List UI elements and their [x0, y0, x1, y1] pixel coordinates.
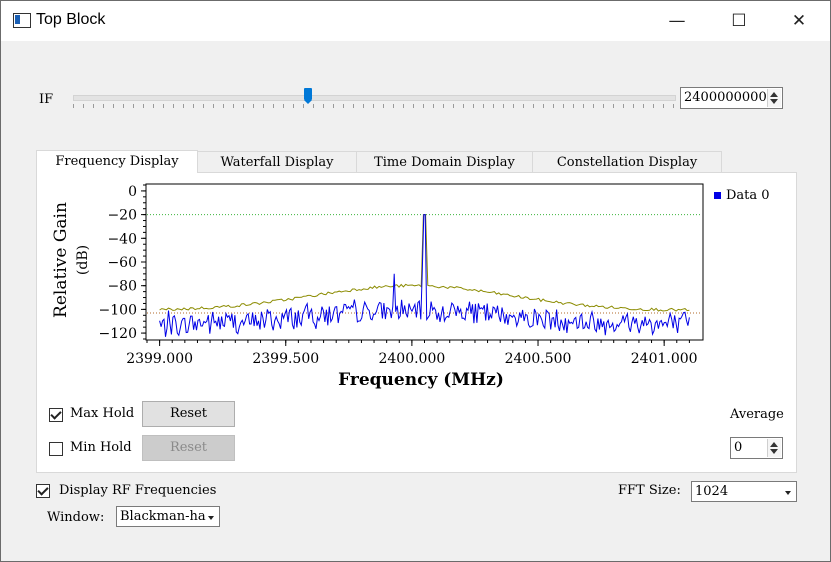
y-tick-label: −60 — [107, 255, 137, 271]
x-tick-label: 2399.500 — [252, 351, 319, 367]
frequency-chart: Relative Gain (dB) 0−20−40−60−80−100−120 … — [51, 183, 770, 390]
close-button[interactable]: ✕ — [776, 1, 822, 41]
window-select[interactable]: Blackman-ha — [116, 506, 220, 527]
min-hold-label[interactable]: Min Hold — [70, 440, 132, 455]
x-tick-label: 2401.000 — [631, 351, 698, 367]
min-hold-checkbox[interactable] — [49, 442, 63, 456]
display-rf-checkbox[interactable] — [36, 484, 50, 498]
y-tick-label: −120 — [99, 326, 137, 342]
window-title: Top Block — [36, 11, 106, 28]
chevron-down-icon — [785, 491, 791, 495]
x-tick-label: 2400.000 — [378, 351, 445, 367]
fft-size-value: 1024 — [695, 484, 729, 499]
app-icon — [13, 13, 31, 28]
spin-down-icon[interactable] — [770, 449, 778, 454]
chevron-down-icon — [208, 516, 214, 520]
min-hold-reset-button: Reset — [142, 435, 235, 461]
tab-time-domain-display[interactable]: Time Domain Display — [356, 151, 533, 172]
y-axis-label-unit: (dB) — [75, 245, 91, 275]
x-tick-label: 2400.500 — [505, 351, 572, 367]
spin-up-icon[interactable] — [770, 92, 778, 97]
minimize-button[interactable]: — — [654, 1, 700, 41]
legend-swatch — [714, 192, 721, 199]
fft-size-select[interactable]: 1024 — [691, 481, 797, 502]
slider-handle[interactable] — [304, 88, 312, 104]
y-tick-label: −40 — [107, 231, 137, 247]
spin-arrows[interactable] — [767, 89, 781, 107]
spin-down-icon[interactable] — [770, 99, 778, 104]
y-tick-label: −20 — [107, 208, 137, 224]
maximize-button[interactable]: ☐ — [716, 1, 762, 41]
slider-groove — [73, 95, 676, 101]
y-tick-label: −100 — [99, 302, 137, 318]
app-window: Top Block — ☐ ✕ IF 2400000000 Frequency … — [0, 0, 831, 562]
spin-up-icon[interactable] — [770, 442, 778, 447]
display-rf-label[interactable]: Display RF Frequencies — [59, 483, 216, 498]
slider-ticks — [73, 104, 674, 108]
tab-constellation-display[interactable]: Constellation Display — [532, 151, 722, 172]
if-spinbox[interactable]: 2400000000 — [680, 87, 783, 109]
average-value: 0 — [734, 440, 743, 455]
average-label: Average — [730, 407, 784, 422]
if-value: 2400000000 — [684, 90, 767, 105]
y-axis-label: Relative Gain — [51, 202, 71, 318]
x-axis-label: Frequency (MHz) — [338, 370, 504, 390]
window-value: Blackman-ha — [120, 509, 206, 524]
y-tick-label: 0 — [128, 184, 137, 200]
window-label: Window: — [47, 510, 105, 525]
x-tick-label: 2399.000 — [126, 351, 193, 367]
max-hold-reset-button[interactable]: Reset — [142, 401, 235, 427]
tab-waterfall-display[interactable]: Waterfall Display — [197, 151, 357, 172]
legend-label: Data 0 — [726, 188, 770, 203]
tab-frequency-display[interactable]: Frequency Display — [36, 150, 198, 173]
fft-size-label: FFT Size: — [618, 483, 681, 498]
y-axis-label-group: Relative Gain (dB) — [51, 202, 91, 318]
if-slider[interactable] — [73, 88, 676, 112]
frequency-display-panel: Relative Gain (dB) 0 −20 −40 −60 −80 −100 −120 … — [36, 172, 797, 473]
spin-arrows[interactable] — [767, 439, 781, 457]
y-tick-label: −80 — [107, 279, 137, 295]
max-hold-checkbox[interactable] — [49, 408, 63, 422]
if-label: IF — [39, 92, 54, 107]
average-spinbox[interactable]: 0 — [730, 437, 783, 459]
title-bar: Top Block — ☐ ✕ — [1, 1, 830, 41]
max-hold-label[interactable]: Max Hold — [70, 406, 134, 421]
